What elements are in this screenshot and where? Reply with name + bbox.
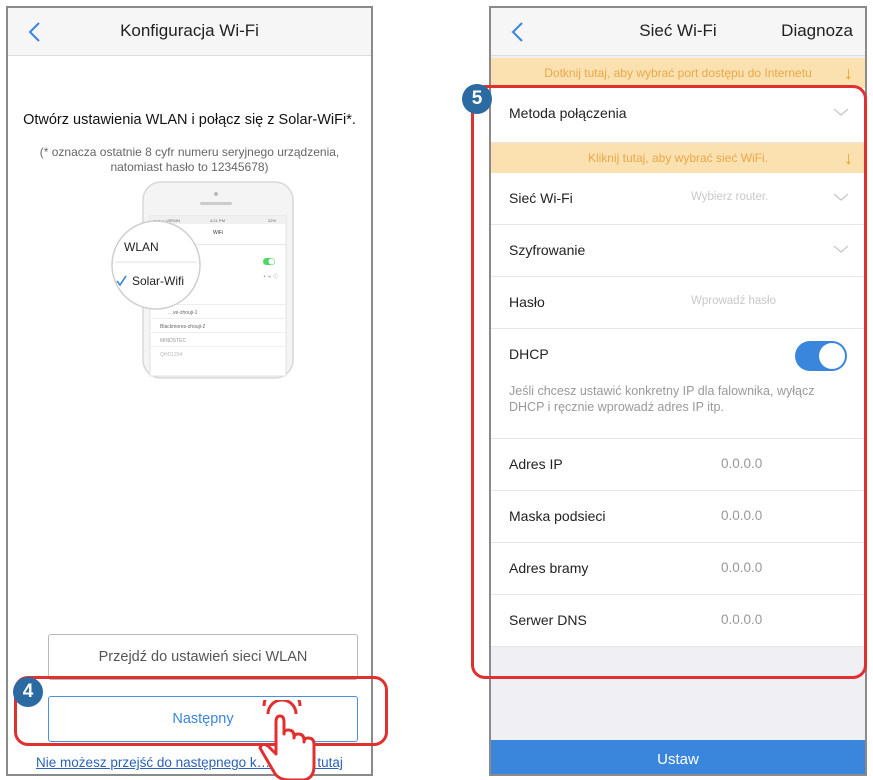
status-time: 4:21 PM — [210, 218, 225, 223]
step-4-highlight — [14, 676, 388, 746]
wifi-config-screen: Konfiguracja Wi-Fi Otwórz ustawienia WLA… — [6, 6, 373, 776]
note-line-1: (* oznacza ostatnie 8 cyfr numeru seryjn… — [39, 145, 340, 159]
net-list-3: MINDSTEC — [160, 338, 187, 344]
net-list-2: Blackmores-zhouji-2 — [160, 324, 206, 330]
wifi-header: WiFi — [213, 230, 223, 236]
status-battery: 22% — [268, 218, 276, 223]
banner-top-text: Dotknij tutaj, aby wybrać port dostępu d… — [544, 66, 812, 80]
step-4-badge: 4 — [13, 677, 43, 707]
step-5-badge: 5 — [462, 84, 492, 114]
note-line-2: natomiast hasło to 12345678) — [110, 160, 269, 174]
instruction-note: (* oznacza ostatnie 8 cyfr numeru seryjn… — [28, 145, 351, 175]
svg-text:• ≈ ⓘ: • ≈ ⓘ — [263, 273, 278, 280]
set-button[interactable]: Ustaw — [491, 740, 865, 774]
nav-bar: Sieć Wi-Fi Diagnoza — [491, 8, 865, 56]
instruction-heading: Otwórz ustawienia WLAN i połącz się z So… — [23, 112, 356, 128]
phone-wifi-illustration: ●●●○○ VIRGIN 4:21 PM 22% WiFi • ≈ ⓘ …ve-… — [111, 181, 294, 379]
page-title: Konfiguracja Wi-Fi — [120, 21, 259, 40]
net-list-1: …ve-zhouji-1 — [168, 310, 198, 316]
net-list-4: QHD1204 — [160, 352, 182, 358]
diagnose-button[interactable]: Diagnoza — [781, 21, 853, 41]
nav-bar: Konfiguracja Wi-Fi — [8, 8, 371, 56]
step-5-highlight — [471, 85, 867, 679]
select-port-banner[interactable]: Dotknij tutaj, aby wybrać port dostępu d… — [491, 58, 865, 88]
zoom-network-label: Solar-Wifi — [132, 274, 184, 288]
zoom-wlan-label: WLAN — [124, 240, 159, 254]
tap-hand-icon — [258, 700, 316, 780]
open-wlan-settings-button[interactable]: Przejdź do ustawień sieci WLAN — [48, 634, 358, 680]
down-arrow-icon: ↓ — [844, 63, 853, 83]
